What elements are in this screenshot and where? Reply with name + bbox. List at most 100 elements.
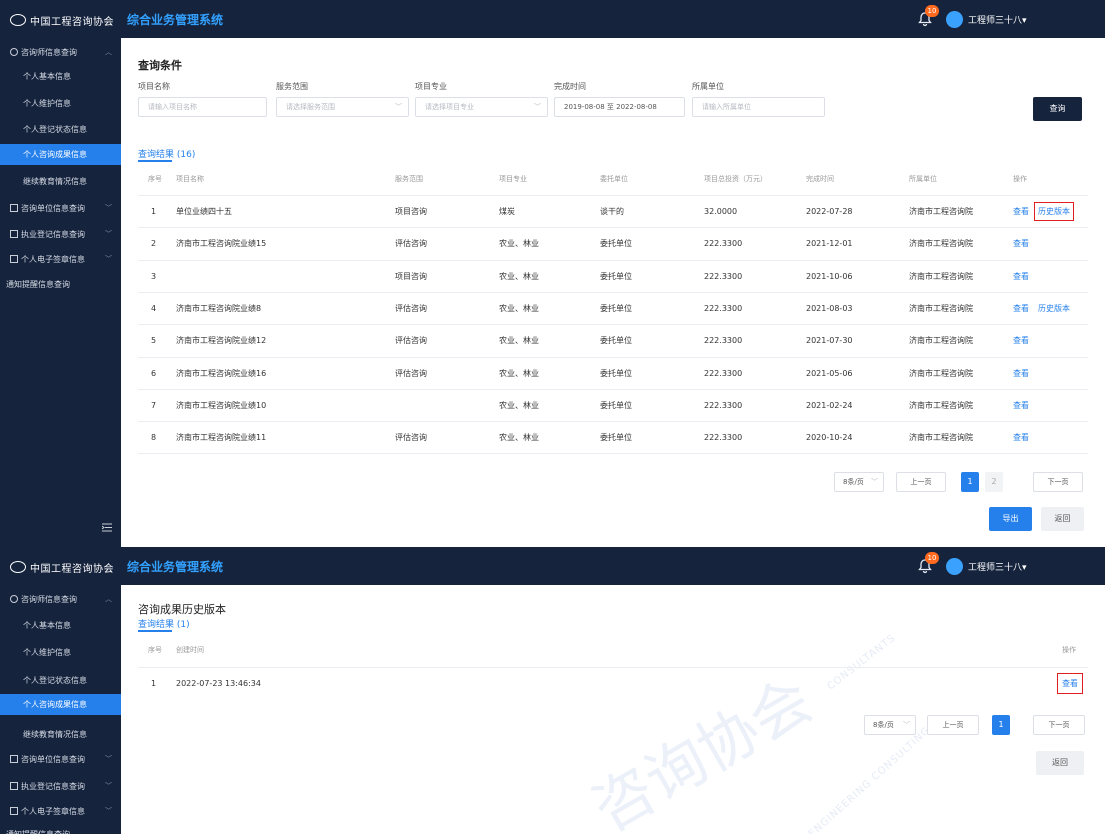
back-button[interactable]: 返回: [1041, 507, 1084, 531]
view-button[interactable]: 查看: [1013, 238, 1029, 249]
history-version-button[interactable]: 历史版本: [1034, 202, 1074, 221]
logo-emblem-icon: [10, 561, 26, 573]
watermark: 咨询协会 CONSULTANTS ENGINEERING CONSULTING: [581, 577, 980, 834]
table-row: 8 济南市工程咨询院业绩11 评估咨询 农业、林业 委托单位 222.3300 2020-1…: [138, 421, 1088, 453]
sidebar-group-e-signature[interactable]: 个人电子签章信息 ﹀: [0, 250, 121, 268]
chevron-up-icon: ︿: [105, 595, 112, 603]
sidebar-item-basic-info[interactable]: 个人基本信息: [0, 616, 121, 634]
cell-unit: 济南市工程咨询院: [909, 239, 973, 249]
page-size-select[interactable]: 8条/页 ﹀: [834, 472, 884, 492]
user-menu[interactable]: 工程师三十八▾: [968, 13, 1027, 26]
cell-major: 农业、林业: [499, 271, 539, 281]
sidebar-group-e-signature[interactable]: 个人电子签章信息 ﹀: [0, 802, 121, 820]
view-button[interactable]: 查看: [1013, 303, 1029, 314]
page-1-button[interactable]: 1: [992, 715, 1010, 735]
app-logo[interactable]: 中国工程咨询协会: [10, 12, 114, 28]
sidebar-group-unit-query[interactable]: 咨询单位信息查询 ﹀: [0, 199, 121, 217]
cell-actions: 查看: [1013, 261, 1038, 292]
sidebar-item-consult-results[interactable]: 个人咨询成果信息: [0, 694, 121, 715]
cell-no: 8: [151, 433, 157, 443]
view-button[interactable]: 查看: [1013, 432, 1029, 443]
cell-major: 煤炭: [499, 207, 515, 216]
select-placeholder: 请选择服务范围: [286, 103, 335, 111]
sidebar-group-notifications[interactable]: 通知提醒信息查询: [0, 275, 121, 293]
cell-actions: 查看: [1013, 422, 1038, 453]
cell-major: 农业、林业: [499, 433, 539, 443]
sidebar-group-unit-query[interactable]: 咨询单位信息查询 ﹀: [0, 750, 121, 768]
sidebar-group-notifications[interactable]: 通知提醒信息查询: [0, 825, 121, 834]
cell-actions: 查看: [1057, 668, 1087, 699]
filter-label-unit: 所属单位: [692, 82, 724, 91]
unit-input[interactable]: 请输入所属单位: [692, 97, 825, 117]
sidebar-item-registration-status[interactable]: 个人登记状态信息: [0, 120, 121, 138]
document-icon: [10, 807, 18, 815]
view-button[interactable]: 查看: [1013, 368, 1029, 379]
document-icon: [10, 782, 18, 790]
column-header: 项目总投资（万元）: [704, 175, 767, 183]
sidebar-item-continuing-education[interactable]: 继续教育情况信息: [0, 172, 121, 190]
service-scope-select[interactable]: 请选择服务范围 ﹀: [276, 97, 409, 117]
cell-unit: 济南市工程咨询院: [909, 303, 973, 313]
cell-created-time: 2022-07-23 13:46:34: [176, 679, 261, 688]
tab-underline: [138, 160, 172, 162]
sidebar-group-consultant-query[interactable]: 咨询师信息查询 ︿: [0, 590, 121, 608]
page-size-select[interactable]: 8条/页 ﹀: [864, 715, 916, 735]
screen-consult-results: 中国工程咨询协会 综合业务管理系统 10 工程师三十八▾ 咨询师信息查询 ︿ 个…: [0, 0, 1105, 547]
user-menu[interactable]: 工程师三十八▾: [968, 560, 1027, 573]
collapse-menu-icon[interactable]: [102, 523, 112, 532]
sidebar: 咨询师信息查询 ︿ 个人基本信息 个人维护信息 个人登记状态信息 个人咨询成果信…: [0, 38, 121, 547]
sidebar-item-continuing-education[interactable]: 继续教育情况信息: [0, 725, 121, 743]
project-name-input[interactable]: 请输入项目名称: [138, 97, 267, 117]
app-logo[interactable]: 中国工程咨询协会: [10, 559, 114, 575]
history-version-button[interactable]: 历史版本: [1038, 303, 1070, 314]
sidebar-item-registration-status[interactable]: 个人登记状态信息: [0, 671, 121, 689]
cell-investment: 222.3300: [704, 271, 743, 281]
cell-project-name: 济南市工程咨询院业绩10: [176, 400, 267, 410]
view-button[interactable]: 查看: [1013, 400, 1029, 411]
cell-completion-date: 2020-10-24: [806, 433, 853, 443]
cell-major: 农业、林业: [499, 336, 539, 346]
column-header: 操作: [1013, 175, 1027, 183]
cell-no: 1: [151, 679, 157, 688]
avatar[interactable]: [946, 11, 963, 28]
sidebar-item-maintenance-info[interactable]: 个人维护信息: [0, 643, 121, 661]
view-button[interactable]: 查看: [1013, 206, 1029, 217]
prev-page-button[interactable]: 上一页: [896, 472, 946, 492]
view-button[interactable]: 查看: [1013, 271, 1029, 282]
tab-underline: [138, 630, 172, 632]
view-button[interactable]: 查看: [1057, 673, 1083, 694]
search-button[interactable]: 查询: [1033, 97, 1082, 121]
cell-no: 2: [151, 239, 157, 249]
column-header: 项目名称: [176, 175, 204, 183]
select-placeholder: 请选择项目专业: [425, 103, 474, 111]
view-button[interactable]: 查看: [1013, 335, 1029, 346]
chevron-down-icon: ﹀: [105, 807, 112, 815]
column-header: 所属单位: [909, 175, 937, 183]
sidebar-group-practice-registration[interactable]: 执业登记信息查询 ﹀: [0, 225, 121, 243]
cell-project-name: 济南市工程咨询院业绩8: [176, 303, 262, 313]
next-page-button[interactable]: 下一页: [1033, 472, 1083, 492]
page-2-button[interactable]: 2: [985, 472, 1003, 492]
cell-completion-date: 2021-02-24: [806, 400, 853, 410]
screen-history-versions: 中国工程咨询协会 综合业务管理系统 10 工程师三十八▾ 咨询师信息查询 ︿ 个…: [0, 547, 1105, 834]
back-button[interactable]: 返回: [1036, 751, 1084, 775]
export-button[interactable]: 导出: [989, 507, 1032, 531]
sidebar-group-consultant-query[interactable]: 咨询师信息查询 ︿: [0, 43, 121, 61]
major-select[interactable]: 请选择项目专业 ﹀: [415, 97, 548, 117]
next-page-button[interactable]: 下一页: [1033, 715, 1085, 735]
tab-results[interactable]: 查询结果 (1): [138, 617, 190, 630]
table-row: 7 济南市工程咨询院业绩10 农业、林业 委托单位 222.3300 2021-02-24…: [138, 388, 1088, 421]
sidebar-item-basic-info[interactable]: 个人基本信息: [0, 67, 121, 85]
tab-results[interactable]: 查询结果 (16): [138, 147, 195, 160]
avatar[interactable]: [946, 558, 963, 575]
table-row: 3 项目咨询 农业、林业 委托单位 222.3300 2021-10-06 济南市工程咨询院…: [138, 259, 1088, 292]
prev-page-button[interactable]: 上一页: [927, 715, 979, 735]
sidebar-group-practice-registration[interactable]: 执业登记信息查询 ﹀: [0, 777, 121, 795]
chevron-down-icon: ﹀: [534, 103, 541, 111]
sidebar-item-maintenance-info[interactable]: 个人维护信息: [0, 94, 121, 112]
sidebar-item-consult-results[interactable]: 个人咨询成果信息: [0, 144, 121, 165]
completion-date-range[interactable]: 2019-08-08 至 2022-08-08: [554, 97, 685, 117]
cell-actions: 查看 历史版本: [1013, 293, 1079, 324]
cell-major: 农业、林业: [499, 303, 539, 313]
page-1-button[interactable]: 1: [961, 472, 979, 492]
